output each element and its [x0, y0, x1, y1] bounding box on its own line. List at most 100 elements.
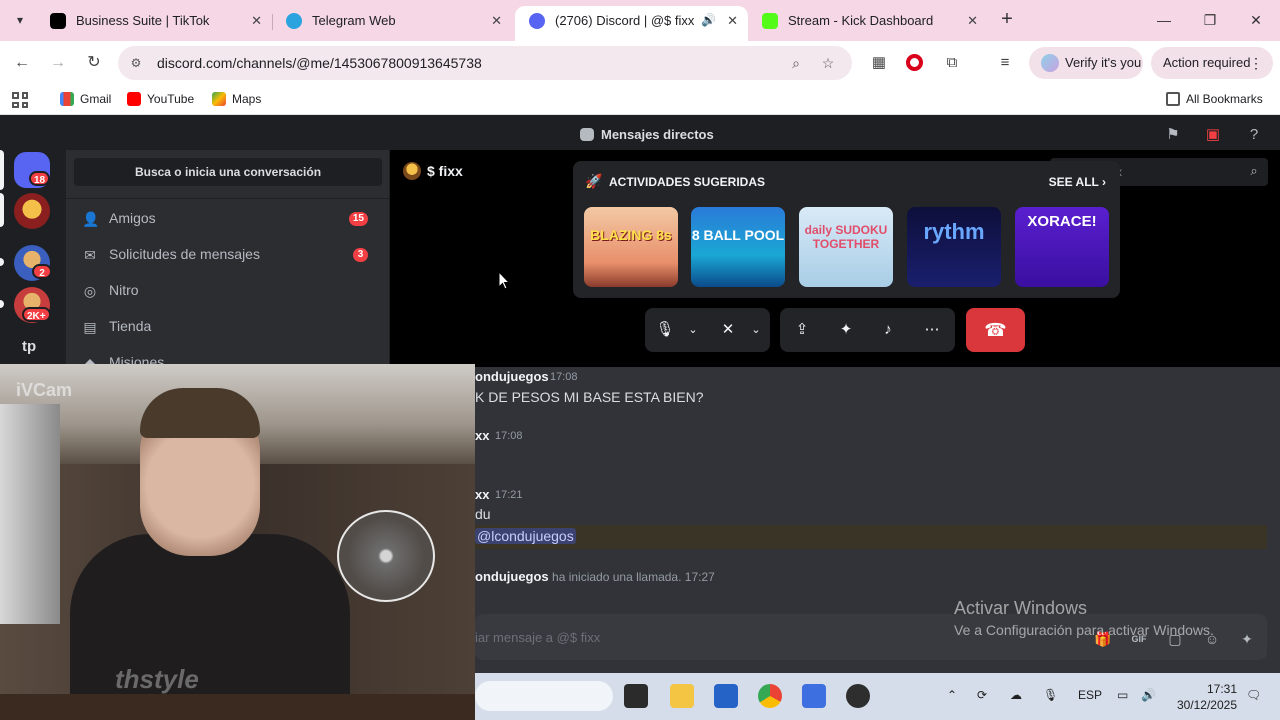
flag-icon[interactable]: ⚑ [1164, 126, 1182, 144]
site-settings-icon[interactable]: ⚙ [128, 55, 144, 71]
chevron-down-icon[interactable]: ⌄ [683, 320, 703, 340]
screen-share-icon[interactable]: ⇪ [792, 320, 812, 340]
file-explorer-icon[interactable] [670, 684, 694, 708]
chevron-down-icon[interactable]: ⌄ [746, 320, 766, 340]
apps-icon[interactable]: ✦ [1238, 630, 1256, 648]
volume-icon[interactable]: 🔊 [1141, 688, 1156, 702]
message-author[interactable]: xx [475, 428, 489, 443]
close-icon[interactable]: ✕ [251, 6, 262, 35]
network-icon[interactable]: ▭ [1117, 688, 1128, 702]
tab-kick[interactable]: Stream - Kick Dashboard ✕ [748, 6, 988, 41]
media-control-icon[interactable]: ≡ [995, 53, 1015, 73]
camera-off-icon[interactable]: ✕ [718, 320, 738, 340]
back-button[interactable]: ← [10, 51, 34, 75]
clock-date: 30/12/2025 [1176, 698, 1237, 712]
user-mention[interactable]: @lcondujuegos [475, 528, 576, 544]
microphone-tray-icon[interactable]: 🎙 [1043, 688, 1058, 702]
qr-icon[interactable]: ▦ [869, 53, 889, 73]
discord-icon [529, 13, 545, 29]
disconnect-button[interactable]: ☎ [966, 308, 1025, 352]
store-icon[interactable] [714, 684, 738, 708]
message-author[interactable]: ondujuegos [475, 369, 549, 384]
dm-avatar-icon[interactable] [14, 193, 50, 229]
activity-card[interactable]: BLAZING 8s [584, 207, 678, 287]
maps-icon [212, 91, 226, 106]
activity-card[interactable]: daily SUDOKU TOGETHER [799, 207, 893, 287]
tab-title: (2706) Discord | @$ fixx [555, 13, 695, 28]
soundboard-icon[interactable]: ♪ [878, 320, 898, 340]
search-icon[interactable]: ⌕ [1246, 163, 1262, 179]
reload-button[interactable]: ↻ [82, 51, 106, 75]
minimize-button[interactable]: — [1141, 6, 1187, 34]
telegram-icon [286, 13, 302, 29]
apps-grid-icon[interactable] [12, 92, 28, 108]
close-icon[interactable]: ✕ [967, 6, 978, 35]
microphone-icon[interactable]: 🎙 [655, 320, 675, 340]
tab-tiktok[interactable]: Business Suite | TikTok ✕ [36, 6, 272, 41]
address-bar[interactable]: ⚙ discord.com/channels/@me/1453067800913… [118, 46, 852, 80]
server-abbrev[interactable]: tp [22, 338, 36, 355]
taskbar-clock[interactable]: 17:31 30/12/2025 [1175, 681, 1237, 713]
menu-dots-icon[interactable]: ⋮ [1249, 47, 1263, 79]
bookmark-youtube[interactable]: YouTube [127, 91, 194, 106]
composer-placeholder[interactable]: iar mensaje a @$ fixx [475, 630, 600, 645]
verify-button[interactable]: Verify it's you [1029, 47, 1143, 79]
bookmark-gmail[interactable]: Gmail [60, 91, 111, 106]
activities-icon[interactable]: ✦ [836, 320, 856, 340]
action-required-button[interactable]: Action required ⋮ [1151, 47, 1273, 79]
dm-nav-message-requests[interactable]: ✉ Solicitudes de mensajes 3 [76, 239, 380, 271]
tiktok-icon [50, 13, 66, 29]
tab-title: Telegram Web [312, 13, 396, 28]
inbox-icon[interactable]: ▣ [1204, 126, 1222, 144]
task-view-icon[interactable] [624, 684, 648, 708]
message-timestamp: 17:08 [495, 430, 523, 442]
speaker-icon[interactable]: 🔊 [701, 6, 716, 35]
cloud-off-icon[interactable]: ☁ [1010, 688, 1022, 702]
new-tab-button[interactable]: + [996, 9, 1018, 31]
language-indicator[interactable]: ESP [1078, 688, 1102, 702]
chrome-icon[interactable] [758, 684, 782, 708]
webcam-watermark: iVCam [16, 380, 73, 400]
action-label: Action required [1163, 55, 1251, 70]
activity-card[interactable]: rythm [907, 207, 1001, 287]
message-author[interactable]: xx [475, 487, 489, 502]
help-icon[interactable]: ? [1245, 126, 1263, 144]
system-text: ha iniciado una llamada. [552, 570, 682, 584]
bookmark-maps[interactable]: Maps [212, 91, 261, 106]
dm-sidebar: Busca o inicia una conversación 👤 Amigos… [66, 150, 389, 371]
close-window-button[interactable]: ✕ [1233, 6, 1279, 34]
system-time: 17:27 [684, 570, 715, 584]
opera-extension-icon[interactable] [906, 54, 923, 71]
all-bookmarks[interactable]: All Bookmarks [1166, 91, 1263, 106]
more-options-icon[interactable]: ⋯ [922, 320, 942, 340]
app-icon[interactable] [802, 684, 826, 708]
forward-button[interactable]: → [46, 51, 70, 75]
system-user[interactable]: ondujuegos [475, 569, 549, 584]
see-all-link[interactable]: SEE ALL › [1049, 175, 1106, 189]
sync-icon[interactable]: ⟳ [977, 688, 987, 702]
zoom-search-icon[interactable]: ⌕ [787, 54, 805, 72]
tab-discord[interactable]: (2706) Discord | @$ fixx 🔊 ✕ [515, 6, 748, 41]
close-icon[interactable]: ✕ [727, 6, 738, 35]
dm-nav-nitro[interactable]: ◎ Nitro [76, 275, 380, 307]
activity-name: daily SUDOKU TOGETHER [804, 223, 888, 251]
tab-search-icon[interactable]: ▾ [8, 8, 32, 32]
message-text: du [475, 506, 491, 522]
dm-nav-label: Tienda [109, 318, 152, 334]
dm-search-input[interactable]: Busca o inicia una conversación [74, 158, 382, 186]
chevron-up-icon[interactable]: ⌃ [947, 688, 957, 702]
tab-telegram[interactable]: Telegram Web ✕ [272, 6, 512, 41]
extensions-icon[interactable]: ⧉ [942, 53, 962, 73]
url-text[interactable]: discord.com/channels/@me/145306780091364… [157, 55, 482, 71]
restore-button[interactable]: ❐ [1187, 6, 1233, 34]
obs-icon[interactable] [846, 684, 870, 708]
dm-nav-friends[interactable]: 👤 Amigos 15 [76, 203, 380, 235]
taskbar-search[interactable] [475, 681, 613, 711]
dm-nav-shop[interactable]: ▤ Tienda [76, 311, 380, 343]
wall-fan [337, 510, 435, 602]
notifications-icon[interactable]: 🗨 [1246, 688, 1261, 702]
bookmark-star-icon[interactable]: ☆ [819, 54, 837, 72]
activity-card[interactable]: XORACE! [1015, 207, 1109, 287]
activity-card[interactable]: 8 BALL POOL [691, 207, 785, 287]
close-icon[interactable]: ✕ [491, 6, 502, 35]
